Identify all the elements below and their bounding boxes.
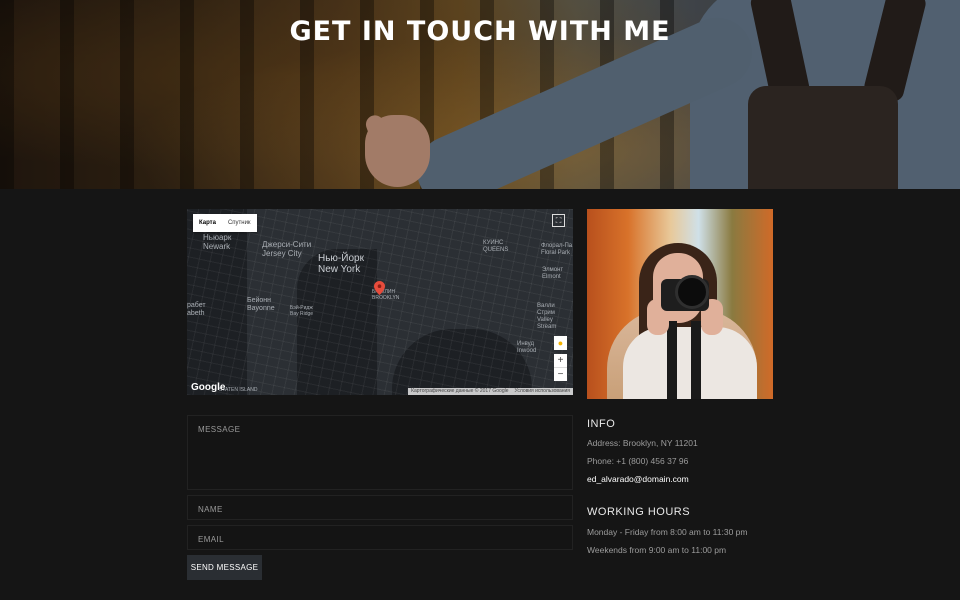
map-label: Элмонт Elmont xyxy=(542,267,564,280)
map-label: КУИНС QUEENS xyxy=(483,240,509,253)
map-zoom-control: + − xyxy=(554,354,567,381)
map-label: Нью-Йорк New York xyxy=(318,253,364,275)
map-label: Флорал-Па Floral Park xyxy=(541,243,573,256)
map-label: Инвуд Inwood xyxy=(517,341,537,354)
map-pin-icon[interactable] xyxy=(374,281,385,295)
map-label: Джерси-Сити Jersey City xyxy=(262,240,312,258)
hours-section: WORKING HOURS xyxy=(587,506,690,518)
info-section: INFO xyxy=(587,418,615,430)
photo-sweater xyxy=(623,327,757,399)
fullscreen-icon[interactable]: ⛶ xyxy=(552,214,565,227)
message-textarea[interactable]: MESSAGE xyxy=(187,415,573,490)
message-label: MESSAGE xyxy=(198,425,241,434)
photo-camera-strap xyxy=(667,321,677,399)
photo-camera-strap xyxy=(691,321,701,399)
zoom-out-button[interactable]: − xyxy=(554,368,567,382)
info-address-row: Address: Brooklyn, NY 11201 xyxy=(587,438,698,448)
name-field[interactable]: NAME xyxy=(187,495,573,520)
map-label: Валли Стрим Valley Stream xyxy=(537,303,557,330)
email-link[interactable]: ed_alvarado@domain.com xyxy=(587,474,689,484)
hours-weekends-row: Weekends from 9:00 am to 11:00 pm xyxy=(587,545,726,555)
map-type-map-button[interactable]: Карта xyxy=(193,214,222,232)
map-type-toggle: Карта Спутник xyxy=(193,214,257,232)
email-label: EMAIL xyxy=(198,535,225,544)
map-terms-link[interactable]: Условия использования xyxy=(515,388,571,395)
map-label: Бейонн Bayonne xyxy=(247,297,275,312)
name-label: NAME xyxy=(198,505,223,514)
page-title: GET IN TOUCH WITH ME xyxy=(289,16,671,47)
google-logo[interactable]: Google xyxy=(191,382,225,393)
map-streets xyxy=(187,209,573,395)
email-field[interactable]: EMAIL xyxy=(187,525,573,550)
phone-text[interactable]: Phone: +1 (800) 456 37 96 xyxy=(587,456,688,466)
hero-banner: GET IN TOUCH WITH ME xyxy=(0,0,960,189)
map-label: рабет abeth xyxy=(187,302,206,317)
info-phone-row: Phone: +1 (800) 456 37 96 xyxy=(587,456,688,466)
map-type-satellite-button[interactable]: Спутник xyxy=(222,214,257,232)
photographer-image xyxy=(587,209,773,399)
hours-weekdays-row: Monday - Friday from 8:00 am to 11:30 pm xyxy=(587,527,747,537)
map-label: Ньюарк Newark xyxy=(203,233,232,251)
map-credits: Картографические данные © 2017 Google Ус… xyxy=(408,388,573,395)
zoom-in-button[interactable]: + xyxy=(554,354,567,368)
send-message-button[interactable]: SEND MESSAGE xyxy=(187,555,262,580)
info-heading: INFO xyxy=(587,418,616,430)
google-map[interactable]: Ньюарк Newark Джерси-Сити Jersey City Нью-… xyxy=(187,209,573,395)
weekend-hours-text: Weekends from 9:00 am to 11:00 pm xyxy=(587,545,727,555)
photo-camera-lens xyxy=(675,275,709,309)
weekday-hours-text: Monday - Friday from 8:00 am to 11:30 pm xyxy=(587,527,748,537)
address-text: Address: Brooklyn, NY 11201 xyxy=(587,438,698,448)
map-label: Бэй-Ридж Bay Ridge xyxy=(290,305,314,317)
hours-heading: WORKING HOURS xyxy=(587,506,691,518)
map-data-credit: Картографические данные © 2017 Google xyxy=(411,388,509,394)
pegman-icon[interactable]: ● xyxy=(554,336,567,350)
info-email-row: ed_alvarado@domain.com xyxy=(587,474,689,484)
